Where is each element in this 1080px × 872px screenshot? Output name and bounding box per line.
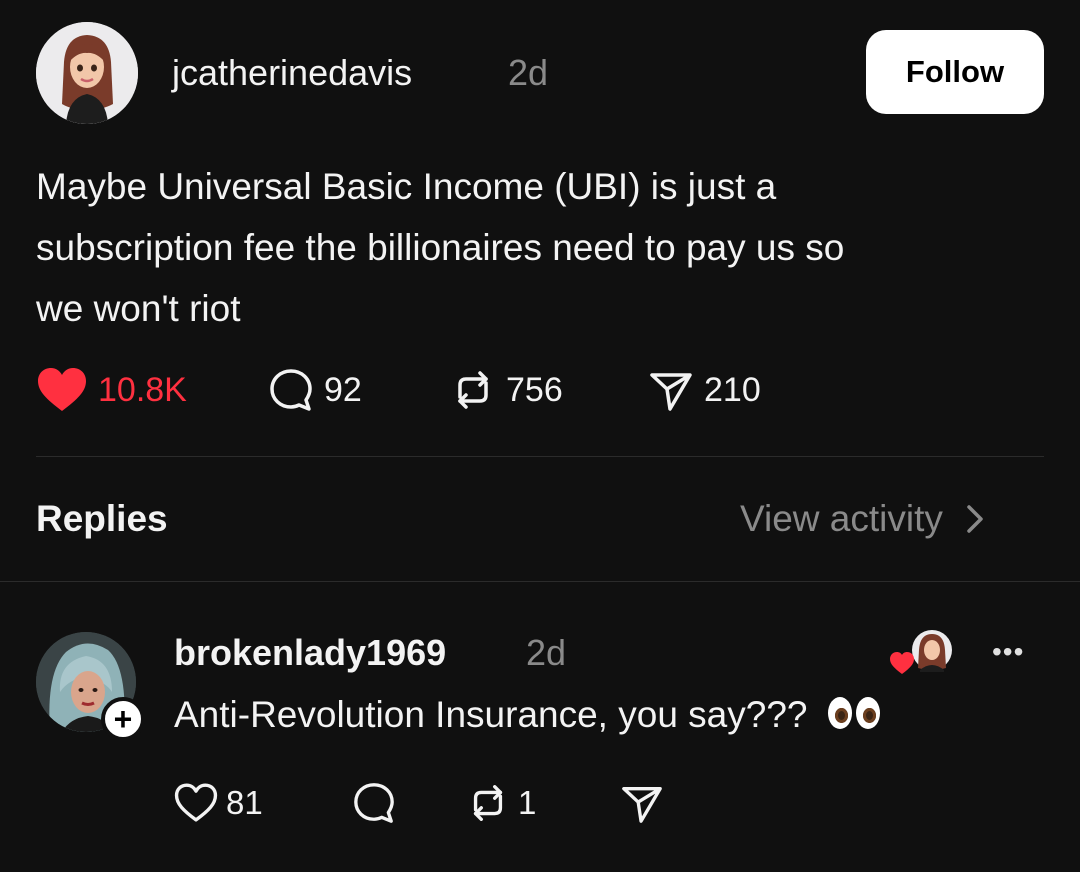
reply-like-button[interactable]: 81 [174,780,263,826]
author-username[interactable]: jcatherinedavis [172,52,412,94]
replies-heading: Replies [36,498,168,539]
repost-button[interactable]: 756 [450,366,563,414]
reply-comment-button[interactable] [352,780,396,826]
comment-icon [354,783,394,823]
reply-like-count: 81 [226,784,263,821]
repost-icon [458,371,488,409]
author-liked-indicator [888,628,958,678]
like-button[interactable]: 10.8K [36,366,187,414]
divider [36,456,1044,457]
share-button[interactable]: 210 [648,366,761,414]
share-icon [622,786,662,823]
chevron-right-icon [967,505,983,533]
comment-count: 92 [324,370,362,409]
author-avatar[interactable] [36,22,138,124]
share-icon [650,373,692,411]
repost-icon [473,785,503,821]
comment-icon [270,369,312,411]
more-options-icon[interactable]: ••• [992,636,1024,668]
like-count: 10.8K [98,370,187,409]
post-text-line: we won't riot [36,288,241,329]
reply-author-username[interactable]: brokenlady1969 [174,632,446,674]
view-activity-label: View activity [740,498,943,539]
divider [0,581,1080,582]
avatar-illustration [36,22,138,124]
post-text-line: Maybe Universal Basic Income (UBI) is ju… [36,166,777,207]
heart-icon [38,368,86,411]
repost-count: 756 [506,370,563,409]
post-text-line: subscription fee the billionaires need t… [36,227,845,268]
share-count: 210 [704,370,761,409]
eyes-emoji-icon [827,697,880,730]
reply-timestamp: 2d [526,632,567,673]
plus-icon: + [113,701,133,737]
follow-button[interactable]: Follow [866,30,1044,114]
post-text: Maybe Universal Basic Income (UBI) is ju… [36,156,1036,339]
heart-outline-icon [174,783,218,822]
reply-repost-button[interactable]: 1 [466,780,536,826]
comment-button[interactable]: 92 [268,366,362,414]
view-activity-link[interactable]: View activity [740,498,991,540]
reply-share-button[interactable] [620,780,664,826]
reply-repost-count: 1 [518,784,537,821]
author-liked-avatar [890,630,952,674]
reply-text-content: Anti-Revolution Insurance, you say??? [174,694,808,735]
post-timestamp: 2d [508,52,549,93]
follow-plus-badge[interactable]: + [101,697,145,741]
reply-text: Anti-Revolution Insurance, you say??? [174,694,880,736]
